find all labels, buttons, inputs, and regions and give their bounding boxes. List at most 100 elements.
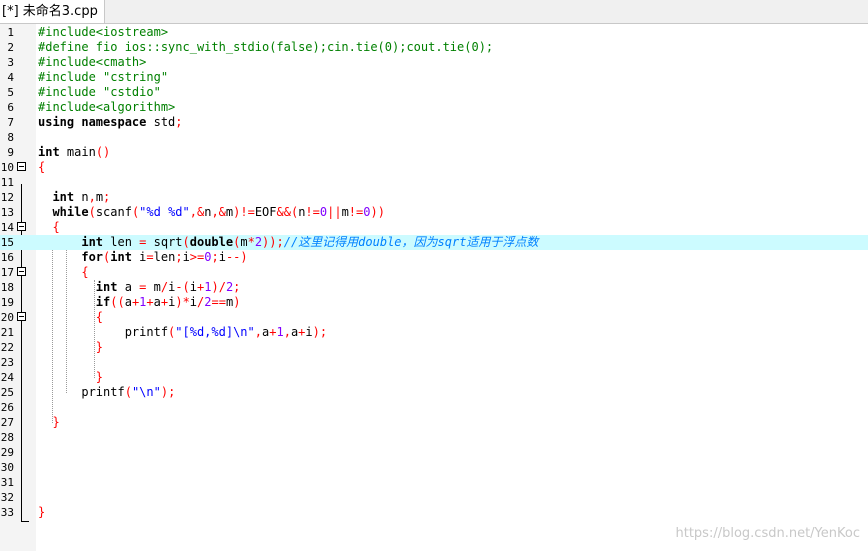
code-token: using namespace — [38, 115, 147, 129]
line-number: 8 — [7, 131, 14, 144]
fold-toggle-icon[interactable] — [17, 312, 26, 321]
code-token: != — [305, 205, 320, 219]
code-token: 1 — [276, 325, 284, 339]
code-line[interactable]: 19 if((a+1+a+i)*i/2==m) — [0, 295, 868, 310]
code-line[interactable]: 10 { — [0, 160, 868, 175]
code-token: a — [124, 295, 132, 309]
code-token: for — [38, 250, 104, 264]
code-line[interactable]: 2 #define fio ios::sync_with_stdio(false)… — [0, 40, 868, 55]
code-line[interactable]: 22 } — [0, 340, 868, 355]
code-token: 2 — [254, 235, 263, 249]
line-number: 27 — [0, 416, 14, 429]
code-token: i — [189, 295, 198, 309]
code-line[interactable]: 11 — [0, 175, 868, 190]
code-editor[interactable]: 1 #include<iostream> 2 #define fio ios::syn… — [0, 25, 868, 520]
code-line[interactable]: 14 { — [0, 220, 868, 235]
code-line[interactable]: 33} — [0, 505, 868, 520]
code-line[interactable]: 30 — [0, 460, 868, 475]
code-text: int main() — [38, 145, 110, 160]
fold-guide-end — [21, 521, 29, 522]
code-line[interactable]: 28 — [0, 430, 868, 445]
line-number: 23 — [0, 356, 14, 369]
code-line[interactable]: 18 int a = m/i-(i+1)/2; — [0, 280, 868, 295]
code-text: for(int i=len;i>=0;i--) — [38, 250, 247, 265]
code-token: n — [74, 190, 89, 204]
code-text: int a = m/i-(i+1)/2; — [38, 280, 241, 295]
code-line[interactable]: 5 #include "cstdio" — [0, 85, 868, 100]
code-line[interactable]: 1 #include<iostream> — [0, 25, 868, 40]
code-line[interactable]: 26 — [0, 400, 868, 415]
code-text: } — [38, 340, 103, 355]
fold-toggle-icon[interactable] — [17, 222, 26, 231]
code-token: } — [38, 340, 104, 354]
code-text: { — [38, 220, 59, 235]
code-token: ( — [182, 235, 190, 249]
fold-toggle-icon[interactable] — [17, 267, 26, 276]
code-line[interactable]: 9 int main() — [0, 145, 868, 160]
code-token: / — [160, 280, 169, 294]
code-token: ; — [175, 250, 183, 264]
code-line[interactable]: 6 #include<algorithm> — [0, 100, 868, 115]
code-line[interactable]: 17 { — [0, 265, 868, 280]
tab-bar: [*] 未命名3.cpp — [0, 0, 868, 24]
code-line[interactable]: 13 while(scanf("%d %d",&n,&m)!=EOF&&(n!=… — [0, 205, 868, 220]
code-line[interactable]: 24 } — [0, 370, 868, 385]
line-number: 7 — [7, 116, 14, 129]
code-line[interactable]: 31 — [0, 475, 868, 490]
code-line[interactable]: 3 #include<cmath> — [0, 55, 868, 70]
line-number: 4 — [7, 71, 14, 84]
code-line[interactable]: 23 — [0, 355, 868, 370]
fold-toggle-icon[interactable] — [17, 162, 26, 171]
code-token: m — [95, 190, 104, 204]
code-text: { — [38, 160, 45, 175]
code-line[interactable]: 25 printf("\n"); — [0, 385, 868, 400]
file-tab[interactable]: [*] 未命名3.cpp — [0, 0, 105, 23]
line-number: 9 — [7, 146, 14, 159]
line-number: 5 — [7, 86, 14, 99]
code-line[interactable]: 12 int n,m; — [0, 190, 868, 205]
line-number: 18 — [0, 281, 14, 294]
code-token: ; — [103, 190, 111, 204]
code-token: + — [146, 295, 154, 309]
code-line[interactable]: 20 { — [0, 310, 868, 325]
code-line[interactable]: 27 } — [0, 415, 868, 430]
code-token: )) — [370, 205, 385, 219]
code-token: i — [189, 280, 198, 294]
code-token: int — [38, 235, 104, 249]
watermark-text: https://blog.csdn.net/YenKoc — [675, 526, 861, 541]
code-line[interactable]: 8 — [0, 130, 868, 145]
code-token: () — [95, 145, 111, 159]
code-line[interactable]: 4 #include "cstring" — [0, 70, 868, 85]
code-token: , — [88, 190, 96, 204]
code-token: >= — [189, 250, 205, 264]
code-line[interactable]: 15 int len = sqrt(double(m*2));//这里记得用do… — [0, 235, 868, 250]
code-text: if((a+1+a+i)*i/2==m) — [38, 295, 241, 310]
code-text: #include "cstring" — [38, 70, 168, 85]
line-number: 10 — [0, 161, 14, 174]
line-number: 15 — [0, 236, 14, 249]
code-token: while — [38, 205, 89, 219]
code-token: } — [38, 370, 104, 384]
line-number: 33 — [0, 506, 14, 519]
code-line[interactable]: 7 using namespace std; — [0, 115, 868, 130]
code-text: } — [38, 415, 59, 430]
line-number: 28 — [0, 431, 14, 444]
line-number: 11 — [0, 176, 14, 189]
code-line[interactable]: 29 — [0, 445, 868, 460]
line-number: 16 — [0, 251, 14, 264]
line-number: 20 — [0, 311, 14, 324]
code-text: int n,m; — [38, 190, 110, 205]
code-line[interactable]: 21 printf("[%d,%d]\n",a+1,a+i); — [0, 325, 868, 340]
code-text: { — [38, 310, 103, 325]
code-text: printf("[%d,%d]\n",a+1,a+i); — [38, 325, 327, 340]
code-token: printf — [38, 385, 125, 399]
code-token: std — [146, 115, 176, 129]
line-number: 17 — [0, 266, 14, 279]
code-token: ,& — [189, 205, 205, 219]
code-token: double — [189, 235, 234, 249]
code-line[interactable]: 32 — [0, 490, 868, 505]
code-token: { — [38, 160, 46, 174]
line-number: 19 — [0, 296, 14, 309]
code-token: i — [182, 250, 190, 264]
code-line[interactable]: 16 for(int i=len;i>=0;i--) — [0, 250, 868, 265]
